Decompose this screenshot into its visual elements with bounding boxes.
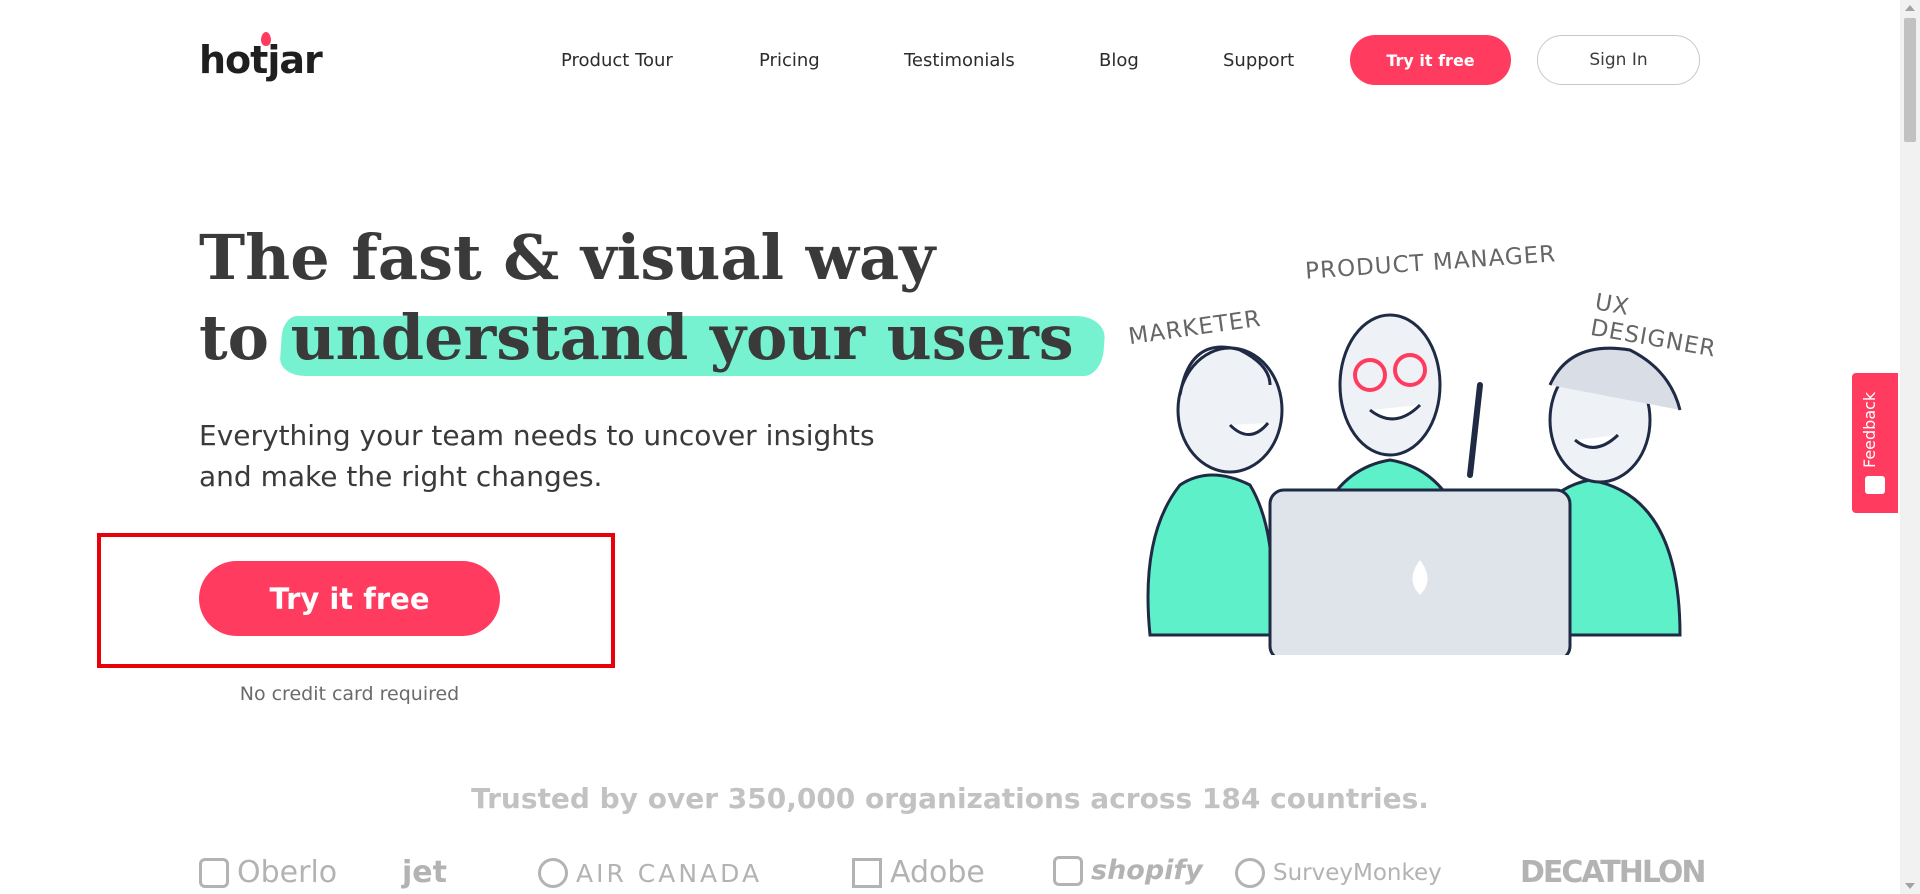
pm-raised-finger — [1467, 382, 1483, 478]
hero-title: The fast & visual way to understand your… — [199, 218, 1106, 378]
hero-try-free-button[interactable]: Try it free — [199, 561, 500, 636]
oberlo-icon — [199, 857, 229, 888]
nav-blog[interactable]: Blog — [1099, 50, 1139, 71]
logo-jet: jet — [402, 855, 447, 890]
customer-logos: Oberlo jet AIR CANADA Adobe shopify Surv… — [0, 850, 1900, 894]
feedback-face-icon — [1865, 476, 1885, 494]
marketer-body — [1146, 473, 1274, 637]
logo-text: hotjar — [199, 38, 323, 82]
trusted-heading: Trusted by over 350,000 organizations ac… — [471, 782, 1429, 815]
sign-in-button[interactable]: Sign In — [1537, 35, 1700, 85]
logo-adobe: Adobe — [852, 855, 985, 890]
hero-title-line2: to understand your users — [199, 298, 1106, 378]
logo-oberlo: Oberlo — [199, 855, 337, 890]
nav-support[interactable]: Support — [1223, 50, 1294, 71]
flame-icon — [261, 32, 271, 46]
scrollbar-thumb[interactable] — [1904, 18, 1916, 142]
hero-title-prefix: to — [199, 301, 269, 374]
scroll-up-arrow-icon[interactable] — [1905, 5, 1915, 11]
nav-pricing[interactable]: Pricing — [759, 50, 820, 71]
nav-testimonials[interactable]: Testimonials — [904, 50, 1015, 71]
hero-title-highlight: understand your users — [278, 298, 1106, 378]
scroll-down-arrow-icon[interactable] — [1905, 883, 1915, 889]
pm-head — [1338, 313, 1442, 457]
hero-title-highlight-text: understand your users — [290, 301, 1074, 374]
logo-surveymonkey: SurveyMonkey — [1235, 858, 1442, 888]
marketer-head — [1176, 346, 1284, 474]
adobe-icon — [852, 857, 882, 888]
logo-air-canada: AIR CANADA — [538, 858, 762, 888]
maple-leaf-icon — [538, 858, 568, 888]
site-header: hotjar Product Tour Pricing Testimonials… — [0, 0, 1900, 120]
feedback-label: Feedback — [1860, 391, 1879, 468]
page-scrollbar[interactable] — [1900, 0, 1920, 894]
hotjar-logo[interactable]: hotjar — [199, 32, 323, 82]
hero-subtitle: Everything your team needs to uncover in… — [199, 419, 875, 493]
shopping-bag-icon — [1053, 855, 1083, 886]
people-at-laptop-drawing — [1146, 313, 1682, 655]
no-credit-card-note: No credit card required — [239, 683, 460, 705]
nav-product-tour[interactable]: Product Tour — [561, 50, 673, 71]
surveymonkey-icon — [1235, 858, 1265, 888]
logo-shopify: shopify — [1053, 855, 1203, 886]
feedback-tab[interactable]: Feedback — [1852, 373, 1898, 513]
hero-title-line1: The fast & visual way — [199, 221, 936, 294]
header-try-free-button[interactable]: Try it free — [1350, 35, 1511, 85]
team-illustration: MARKETER PRODUCT MANAGER UX DESIGNER — [1120, 235, 1718, 655]
logo-decathlon: DECATHLON — [1520, 855, 1707, 890]
